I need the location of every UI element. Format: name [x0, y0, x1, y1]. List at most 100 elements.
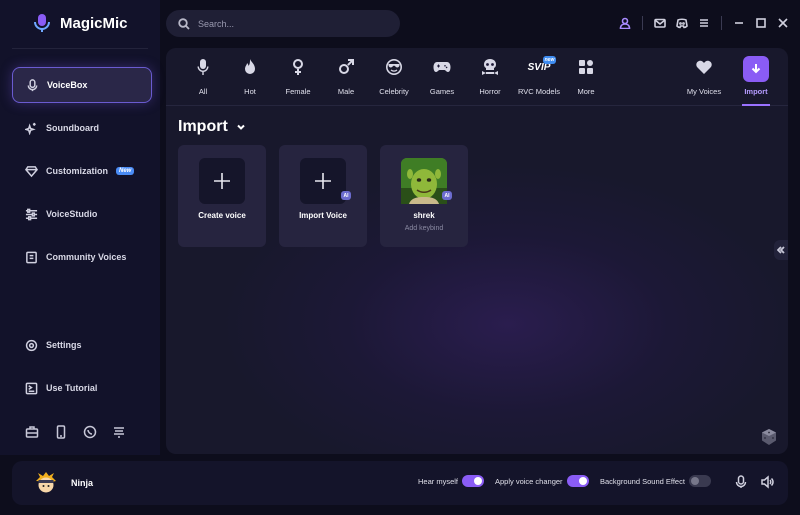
card-name: Import Voice	[299, 211, 347, 220]
tab-label: My Voices	[686, 87, 722, 96]
search-bar[interactable]	[166, 10, 400, 37]
sidebar-bottom-nav: Settings Use Tutorial	[12, 327, 152, 413]
tab-male[interactable]: Male	[322, 56, 370, 96]
tab-female[interactable]: Female	[274, 56, 322, 96]
sidebar-item-label: Settings	[46, 340, 82, 350]
discord-icon[interactable]	[671, 12, 693, 34]
whatsapp-icon[interactable]	[83, 425, 97, 439]
add-keybind-link[interactable]: Add keybind	[405, 225, 444, 232]
footer-bar: Ninja Hear myself Apply voice changer Ba…	[12, 461, 788, 505]
card-thumbnail	[199, 158, 245, 204]
username: Ninja	[71, 478, 94, 488]
double-chevron-left-icon	[777, 246, 785, 254]
download-icon	[751, 64, 761, 74]
search-input[interactable]	[198, 18, 388, 29]
tab-label: Horror	[479, 87, 501, 96]
hear-myself-toggle[interactable]	[462, 475, 485, 487]
tab-more[interactable]: More	[562, 56, 610, 96]
app-logo: MagicMic	[32, 12, 128, 34]
tab-rvc-models[interactable]: SVIP new RVC Models	[514, 55, 564, 96]
search-icon	[178, 17, 190, 30]
ai-badge: AI	[341, 191, 351, 200]
plus-icon	[214, 173, 230, 189]
sidebar-item-community-voices[interactable]: Community Voices	[12, 239, 152, 275]
new-badge: new	[542, 55, 557, 64]
microphone-icon	[197, 59, 209, 75]
mail-icon[interactable]	[649, 12, 671, 34]
tab-label: Hot	[244, 87, 256, 96]
sidebar-item-label: Use Tutorial	[46, 383, 98, 393]
menu-icon[interactable]	[693, 12, 715, 34]
speaker-icon[interactable]	[760, 475, 774, 489]
category-bar: All Hot Female Male Celebrity Games Horr…	[166, 48, 788, 106]
sidebar-item-customization[interactable]: Customization New	[12, 153, 152, 189]
voice-card-shrek[interactable]: AI shrek Add keybind	[380, 145, 468, 247]
diamond-icon	[25, 165, 38, 177]
plus-icon	[315, 173, 331, 189]
sidebar-item-use-tutorial[interactable]: Use Tutorial	[12, 370, 152, 406]
sidebar-item-label: VoiceStudio	[46, 209, 98, 219]
collapse-panel-button[interactable]	[774, 240, 788, 260]
hear-myself-label: Hear myself	[418, 476, 459, 486]
tab-label: RVC Models	[518, 87, 560, 96]
tab-label: More	[577, 87, 595, 96]
heart-icon	[696, 60, 712, 74]
card-thumbnail: AI	[300, 158, 351, 204]
tab-hot[interactable]: Hot	[226, 56, 274, 96]
flame-icon	[245, 59, 255, 74]
folder-icon	[26, 251, 37, 263]
tab-celebrity[interactable]: Celebrity	[370, 56, 418, 96]
feedback-icon[interactable]	[112, 425, 126, 439]
microphone-icon	[27, 78, 38, 91]
tab-label: Female	[285, 87, 311, 96]
create-voice-card[interactable]: Create voice	[178, 145, 266, 247]
grid-icon	[579, 60, 593, 74]
hear-myself-control: Hear myself	[418, 475, 485, 487]
tab-horror[interactable]: Horror	[466, 56, 514, 96]
sidebar-item-voicestudio[interactable]: VoiceStudio	[12, 196, 152, 232]
card-name: Create voice	[198, 211, 246, 220]
apply-voice-changer-label: Apply voice changer	[495, 476, 563, 486]
sidebar-item-settings[interactable]: Settings	[12, 327, 152, 363]
app-name: MagicMic	[60, 14, 128, 32]
tutorial-icon	[25, 382, 38, 394]
sidebar-item-voicebox[interactable]: VoiceBox	[12, 67, 152, 103]
section-title-text: Import	[178, 118, 228, 135]
tab-my-voices[interactable]: My Voices	[680, 56, 728, 96]
tab-games[interactable]: Games	[418, 56, 466, 96]
tab-all[interactable]: All	[179, 56, 227, 96]
account-icon[interactable]	[614, 12, 636, 34]
tab-label: Celebrity	[379, 87, 409, 96]
gamepad-icon	[433, 62, 451, 72]
sidebar-item-soundboard[interactable]: Soundboard	[12, 110, 152, 146]
toolbar-separator	[642, 16, 643, 30]
sparkle-icon	[25, 122, 36, 135]
background-sound-effect-toggle[interactable]	[688, 475, 711, 487]
avatar[interactable]	[34, 471, 58, 495]
tab-import[interactable]: Import	[732, 56, 780, 96]
new-badge: New	[116, 167, 135, 175]
card-thumbnail: AI	[401, 158, 452, 204]
sidebar-item-label: Customization	[46, 166, 108, 176]
import-voice-card[interactable]: AI Import Voice	[279, 145, 367, 247]
gear-icon	[25, 339, 38, 351]
dice-icon[interactable]	[760, 428, 778, 446]
female-icon	[293, 59, 303, 75]
import-icon-container	[743, 56, 769, 82]
sidebar-nav: VoiceBox Soundboard Customization New Vo…	[12, 67, 152, 282]
sidebar-item-label: Soundboard	[46, 123, 99, 133]
sidebar-item-label: Community Voices	[46, 252, 127, 262]
toolbox-icon[interactable]	[25, 425, 39, 439]
microphone-icon[interactable]	[734, 475, 748, 489]
section-title[interactable]: Import	[178, 118, 246, 136]
sliders-icon	[25, 208, 38, 220]
background-sound-effect-control: Background Sound Effect	[600, 475, 711, 487]
phone-icon[interactable]	[54, 425, 68, 439]
card-name: shrek	[413, 211, 435, 220]
skull-icon	[482, 59, 498, 75]
apply-voice-changer-toggle[interactable]	[566, 475, 589, 487]
minimize-icon[interactable]	[728, 12, 750, 34]
maximize-icon[interactable]	[750, 12, 772, 34]
voicebox-panel: All Hot Female Male Celebrity Games Horr…	[166, 48, 788, 454]
close-icon[interactable]	[772, 12, 794, 34]
